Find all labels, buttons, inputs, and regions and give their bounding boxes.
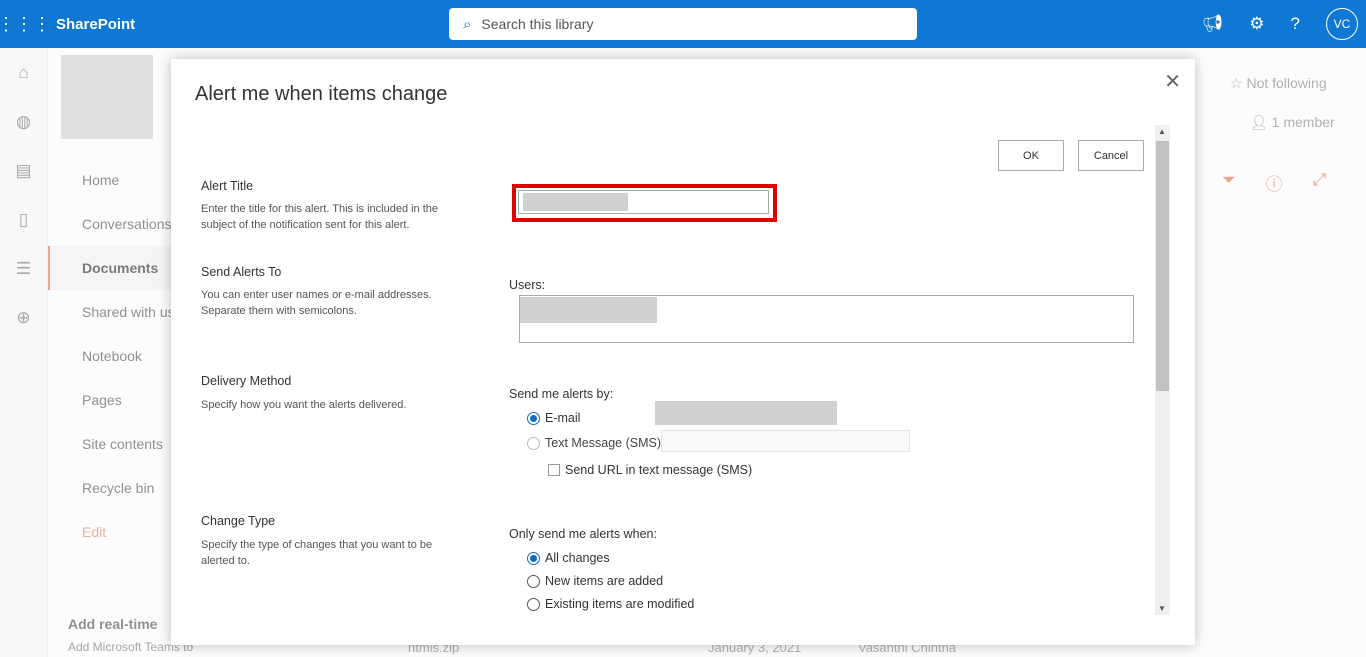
send-by-label: Send me alerts by: [509, 387, 614, 401]
users-label: Users: [509, 278, 546, 292]
gear-icon[interactable]: ⚙ [1249, 14, 1264, 34]
modified-items-radio[interactable]: Existing items are modified [527, 597, 694, 611]
only-when-label: Only send me alerts when: [509, 527, 657, 541]
send-url-checkbox[interactable]: Send URL in text message (SMS) [548, 463, 752, 477]
cancel-button[interactable]: Cancel [1078, 140, 1144, 171]
email-label: E-mail [545, 411, 581, 425]
app-name[interactable]: SharePoint [56, 16, 135, 33]
sms-input[interactable] [661, 430, 910, 452]
send-to-label: Send Alerts To [201, 265, 282, 279]
option-label: Existing items are modified [545, 597, 695, 611]
delivery-label: Delivery Method [201, 374, 292, 388]
alert-title-label: Alert Title [201, 179, 254, 193]
new-items-radio[interactable]: New items are added [527, 574, 663, 588]
dialog-scrollbar[interactable]: ▲ ▼ [1155, 125, 1170, 615]
avatar[interactable]: VC [1326, 8, 1358, 40]
alert-dialog: Alert me when items change ✕ ▲ ▼ OK Cance… [171, 59, 1195, 645]
option-label: All changes [545, 551, 610, 565]
megaphone-icon[interactable]: 📢︎ [1202, 14, 1224, 34]
send-to-desc: You can enter user names or e-mail addre… [201, 289, 432, 317]
help-icon[interactable]: ? [1291, 14, 1300, 34]
option-label: New items are added [545, 574, 664, 588]
app-launcher-icon[interactable]: ⋮⋮⋮ [0, 0, 51, 48]
change-type-label: Change Type [201, 514, 276, 528]
ok-button[interactable]: OK [998, 140, 1064, 171]
search-box[interactable]: ⌕ Search this library [449, 8, 917, 40]
email-value [655, 401, 837, 425]
email-radio[interactable]: E-mail [527, 411, 580, 425]
close-icon[interactable]: ✕ [1164, 69, 1181, 94]
dialog-title: Alert me when items change [195, 83, 448, 105]
search-icon: ⌕ [463, 15, 472, 33]
top-bar: ⋮⋮⋮ SharePoint ⌕ Search this library 📢︎ ⚙… [0, 0, 1366, 48]
sms-label: Text Message (SMS) [545, 436, 662, 450]
all-changes-radio[interactable]: All changes [527, 551, 610, 565]
sms-radio[interactable]: Text Message (SMS) [527, 436, 661, 450]
alert-title-desc: Enter the title for this alert. This is … [201, 203, 439, 231]
alert-title-input[interactable] [518, 190, 769, 214]
search-placeholder: Search this library [481, 16, 594, 32]
change-type-desc: Specify the type of changes that you wan… [201, 539, 433, 567]
send-url-label: Send URL in text message (SMS) [565, 463, 753, 477]
delivery-desc: Specify how you want the alerts delivere… [201, 399, 407, 411]
users-input[interactable] [519, 295, 1134, 343]
